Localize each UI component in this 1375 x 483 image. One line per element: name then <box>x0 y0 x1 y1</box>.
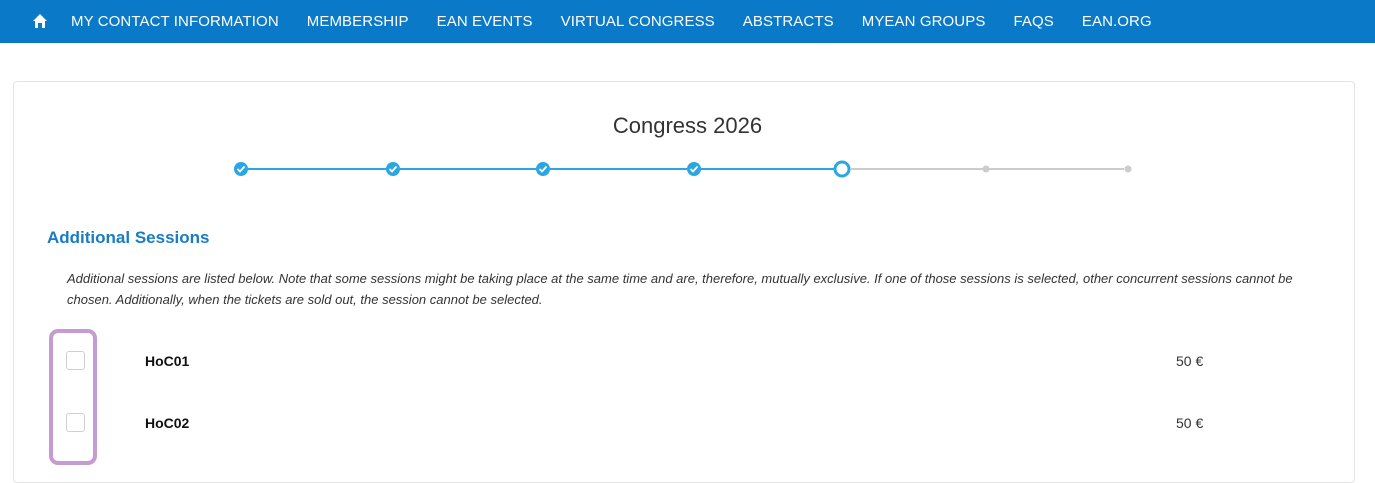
session-price: 50 € <box>1176 353 1204 369</box>
home-icon[interactable] <box>32 13 48 29</box>
session-name: HoC02 <box>145 415 190 431</box>
nav-item-virtual-congress[interactable]: VIRTUAL CONGRESS <box>561 13 715 30</box>
nav-item-abstracts[interactable]: ABSTRACTS <box>743 13 834 30</box>
session-row: HoC01 50 € <box>0 350 1375 374</box>
top-navigation-bar: MY CONTACT INFORMATION MEMBERSHIP EAN EV… <box>0 0 1375 43</box>
session-checkbox-hoc02[interactable] <box>66 413 85 432</box>
nav-item-ean-org[interactable]: EAN.ORG <box>1082 13 1152 30</box>
section-description: Additional sessions are listed below. No… <box>67 271 1293 307</box>
session-row: HoC02 50 € <box>0 412 1375 436</box>
session-name: HoC01 <box>145 353 190 369</box>
nav-item-my-contact-information[interactable]: MY CONTACT INFORMATION <box>71 13 279 30</box>
session-checkbox-hoc01[interactable] <box>66 351 85 370</box>
nav-item-myean-groups[interactable]: MYEAN GROUPS <box>862 13 986 30</box>
nav-menu: MY CONTACT INFORMATION MEMBERSHIP EAN EV… <box>71 0 1180 43</box>
nav-item-membership[interactable]: MEMBERSHIP <box>307 13 409 30</box>
nav-item-faqs[interactable]: FAQS <box>1013 13 1053 30</box>
nav-item-ean-events[interactable]: EAN EVENTS <box>437 13 533 30</box>
page-title: Congress 2026 <box>612 113 763 138</box>
section-title: Additional Sessions <box>47 228 210 247</box>
session-price: 50 € <box>1176 415 1204 431</box>
